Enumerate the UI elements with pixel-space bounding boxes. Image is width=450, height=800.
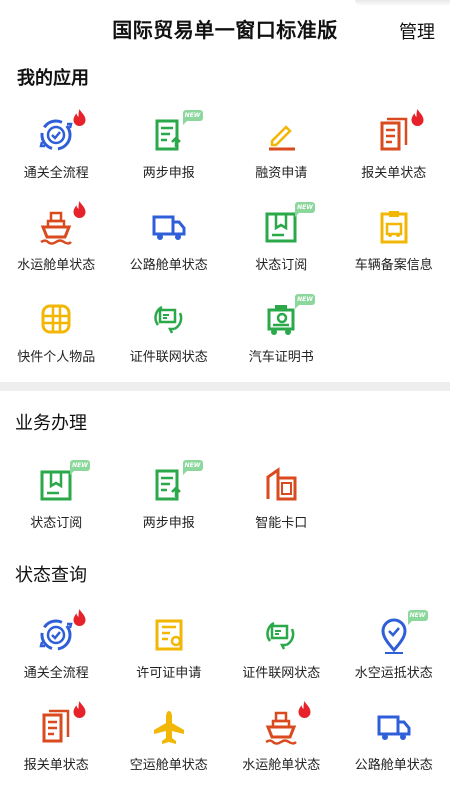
app-tile-label: 状态订阅 [30,516,83,531]
app-tile-label: 融资申请 [255,166,308,181]
app-tile-label: 空运舱单状态 [129,758,208,773]
grid-row: 快件个人物品 证件联网状态 NEW 汽车证明书 [0,287,450,379]
airplane-icon [149,707,189,747]
grid-row: 通关全流程 NEW 两步申报 融资申请 报关单状态 [0,103,450,195]
app-tile-label: 公路舱单状态 [354,758,433,773]
grid-row: 报关单状态 空运舱单状态 水运舱单状态 公路舱单状态 [0,695,450,787]
customs-flow-icon [36,115,76,155]
new-badge: NEW [182,460,203,475]
grid-row: 通关全流程 许可证申请 证件联网状态 NEW 水空运抵状态 [0,603,450,695]
hot-fire-icon [72,109,87,128]
license-icon [149,615,189,655]
my-apps-grid: 通关全流程 NEW 两步申报 融资申请 报关单状态水运舱单状态 公路舱单状态 NEW 状态订阅… [0,103,450,379]
ship-icon [261,707,301,747]
app-tile-label: 水空运抵状态 [354,666,433,681]
app-tile-label: 汽车证明书 [248,350,314,365]
customs-flow-icon [36,615,76,655]
declaration-doc-icon [36,707,76,747]
hot-fire-icon [297,701,312,720]
new-badge: NEW [70,460,90,475]
new-badge: NEW [295,202,315,217]
app-tile[interactable]: 通关全流程 [0,603,113,695]
hot-fire-icon [72,201,87,220]
ship-icon [36,207,76,247]
certificate-network-icon [261,615,301,655]
app-tile[interactable]: 证件联网状态 [225,603,338,695]
hot-fire-icon [72,701,87,720]
app-tile-label: 报关单状态 [23,758,89,773]
app-tile[interactable]: NEW 状态订阅 [0,453,113,545]
section-title-status: 状态查询 [15,565,87,586]
express-globe-icon [36,299,76,339]
app-tile-label: 水运舱单状态 [242,758,321,773]
app-tile[interactable]: 报关单状态 [0,695,113,787]
declaration-doc-icon [374,115,414,155]
app-tile[interactable]: 通关全流程 [0,103,113,195]
manage-button[interactable]: 管理 [399,18,435,44]
hot-fire-icon [72,609,87,628]
app-tile-label: 公路舱单状态 [129,258,208,273]
pen-icon [261,115,301,155]
section-title-business: 业务办理 [15,413,87,434]
section-title-my-apps: 我的应用 [17,68,89,89]
app-tile[interactable]: NEW 两步申报 [113,103,226,195]
app-tile-label: 两步申报 [142,516,195,531]
app-tile[interactable]: 公路舱单状态 [338,695,450,787]
app-tile[interactable]: 融资申请 [225,103,338,195]
hot-fire-icon [410,109,425,128]
section-divider [0,382,450,391]
app-tile-label: 快件个人物品 [17,350,96,365]
app-tile[interactable]: 车辆备案信息 [338,195,450,287]
app-tile-label: 车辆备案信息 [354,258,433,273]
page-title: 国际贸易单一窗口标准版 [112,18,338,42]
app-tile-label: 证件联网状态 [129,350,208,365]
app-tile[interactable]: 证件联网状态 [113,287,226,379]
app-tile[interactable]: 公路舱单状态 [113,195,226,287]
app-tile[interactable]: 许可证申请 [113,603,226,695]
vehicle-record-icon [374,207,414,247]
app-tile[interactable]: NEW 水空运抵状态 [338,603,450,695]
grid-row: 水运舱单状态 公路舱单状态 NEW 状态订阅 车辆备案信息 [0,195,450,287]
app-tile[interactable]: 快件个人物品 [0,287,113,379]
new-badge: NEW [295,294,315,309]
app-tile-label: 状态订阅 [255,258,308,273]
app-tile[interactable]: NEW 两步申报 [113,453,226,545]
app-tile[interactable]: NEW 汽车证明书 [225,287,338,379]
truck-icon [374,707,414,747]
app-header: 国际贸易单一窗口标准版 管理 [0,0,450,58]
app-tile-label: 水运舱单状态 [17,258,96,273]
app-tile-label: 通关全流程 [23,666,89,681]
new-badge: NEW [182,110,203,125]
app-tile[interactable]: NEW 状态订阅 [225,195,338,287]
app-tile[interactable]: 报关单状态 [338,103,450,195]
app-tile-label: 证件联网状态 [242,666,321,681]
app-tile[interactable]: 水运舱单状态 [225,695,338,787]
app-tile-label: 通关全流程 [23,166,89,181]
app-tile[interactable]: 空运舱单状态 [113,695,226,787]
app-tile[interactable]: 智能卡口 [225,453,338,545]
app-tile-label: 报关单状态 [361,166,427,181]
app-tile-label: 许可证申请 [136,666,202,681]
truck-icon [149,207,189,247]
new-badge: NEW [407,610,428,625]
certificate-network-icon [149,299,189,339]
app-tile[interactable]: 水运舱单状态 [0,195,113,287]
grid-row: NEW 状态订阅 NEW 两步申报 智能卡口 [0,453,450,545]
business-grid: NEW 状态订阅 NEW 两步申报 智能卡口 [0,453,450,545]
app-tile-label: 两步申报 [142,166,195,181]
status-grid: 通关全流程 许可证申请 证件联网状态 NEW 水空运抵状态报关单状态 空运舱单状态 水运舱单… [0,603,450,787]
smart-gate-icon [261,465,301,505]
app-tile-label: 智能卡口 [255,516,308,531]
